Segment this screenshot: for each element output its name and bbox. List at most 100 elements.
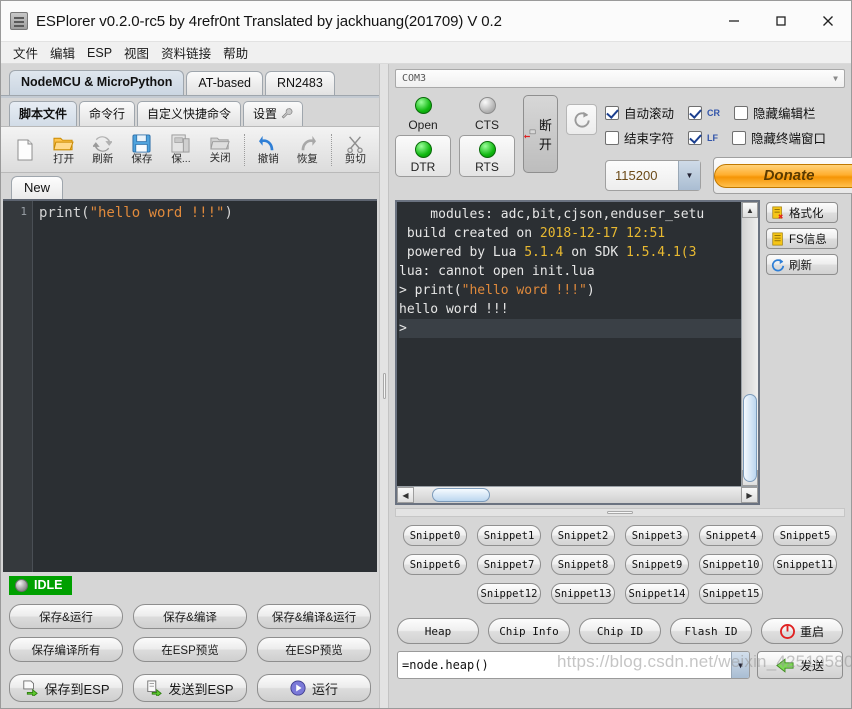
tab-at-based[interactable]: AT-based — [186, 71, 263, 95]
port-combo[interactable]: COM3 ▼ — [395, 69, 845, 88]
command-input[interactable]: =node.heap() ▼ — [397, 651, 750, 679]
tab-nodemcu-micropython[interactable]: NodeMCU & MicroPython — [9, 70, 185, 95]
chip-info-button[interactable]: Chip Info — [488, 618, 570, 644]
heap-button[interactable]: Heap — [397, 618, 479, 644]
cut-button[interactable]: 剪切 — [336, 128, 375, 171]
close-file-button[interactable]: 关闭 — [201, 128, 240, 171]
donate-button[interactable]: Donate — [714, 163, 852, 188]
refresh-ports-button[interactable] — [566, 104, 598, 135]
baud-rate-combo[interactable]: 115200 ▼ — [605, 160, 702, 191]
preview-on-esp-button-1[interactable]: 在ESP预览 — [133, 637, 247, 662]
snippet-button-13[interactable]: Snippet13 — [551, 583, 615, 604]
horizontal-splitter[interactable] — [395, 508, 845, 517]
terminal-line: powered by Lua 5.1.4 on SDK 1.5.4.1(3 — [399, 243, 741, 262]
hide-editor-checkbox[interactable]: 隐藏编辑栏 — [734, 103, 816, 122]
snippet-button-2[interactable]: Snippet2 — [551, 525, 615, 546]
menu-item-view[interactable]: 视图 — [118, 41, 155, 64]
menu-item-links[interactable]: 资料链接 — [155, 41, 217, 64]
hide-terminal-checkbox-box — [732, 130, 747, 145]
snippet-button-3[interactable]: Snippet3 — [625, 525, 689, 546]
terminal-number: 2018-12-17 12:51 — [539, 226, 666, 241]
menu-item-esp[interactable]: ESP — [81, 44, 118, 62]
menu-item-help[interactable]: 帮助 — [217, 41, 254, 64]
open-button[interactable]: 打开 — [44, 128, 83, 171]
code-editor[interactable]: 1 print("hello word !!!") — [3, 199, 377, 572]
terminal-horizontal-scrollbar[interactable]: ◀ ▶ — [397, 486, 758, 503]
restart-button[interactable]: 重启 — [761, 618, 843, 644]
autoscroll-label: 自动滚动 — [624, 107, 675, 121]
subtab-script-files[interactable]: 脚本文件 — [9, 101, 78, 126]
end-char-checkbox[interactable]: 结束字符 — [605, 128, 674, 147]
scroll-up-button[interactable]: ▲ — [742, 202, 758, 218]
maximize-button[interactable] — [757, 1, 804, 42]
save-and-compile-button[interactable]: 保存&编译 — [133, 604, 247, 629]
disconnect-button[interactable]: 断开 — [523, 95, 559, 173]
command-chevron-down-icon[interactable]: ▼ — [731, 652, 749, 678]
subtab-settings[interactable]: 设置 — [243, 101, 304, 126]
save-compile-all-button[interactable]: 保存编译所有 — [9, 637, 123, 662]
new-file-button[interactable] — [5, 128, 44, 171]
tab-rn2483[interactable]: RN2483 — [264, 71, 335, 95]
minimize-button[interactable] — [710, 1, 757, 42]
preview-on-esp-button-2[interactable]: 在ESP预览 — [257, 637, 371, 662]
file-tab-new[interactable]: New — [11, 176, 64, 199]
subtab-custom-commands[interactable]: 自定义快捷命令 — [137, 101, 242, 126]
send-to-esp-button[interactable]: 发送到ESP — [133, 674, 247, 702]
lf-label: LF — [707, 132, 719, 143]
snippet-button-1[interactable]: Snippet1 — [477, 525, 541, 546]
fs-info-label: FS信息 — [789, 233, 827, 246]
chip-id-button[interactable]: Chip ID — [579, 618, 661, 644]
snippet-button-6[interactable]: Snippet6 — [403, 554, 467, 575]
lf-checkbox[interactable]: LF — [688, 130, 719, 145]
terminal-vertical-scrollbar[interactable]: ▲ ▼ — [741, 202, 758, 486]
snippet-button-11[interactable]: Snippet11 — [773, 554, 837, 575]
terminal-string: "hello word !!!" — [461, 283, 587, 298]
snippet-button-9[interactable]: Snippet9 — [625, 554, 689, 575]
scroll-right-button[interactable]: ▶ — [741, 487, 758, 503]
horizontal-scroll-track[interactable] — [414, 487, 741, 503]
flash-id-button[interactable]: Flash ID — [670, 618, 752, 644]
vertical-splitter[interactable] — [379, 64, 389, 708]
hide-terminal-checkbox[interactable]: 隐藏终端窗口 — [732, 128, 826, 147]
run-button[interactable]: 运行 — [257, 674, 371, 702]
close-button[interactable] — [804, 1, 851, 42]
undo-button[interactable]: 撤销 — [249, 128, 288, 171]
snippet-button-15[interactable]: Snippet15 — [699, 583, 763, 604]
dtr-toggle-button[interactable]: DTR — [395, 135, 451, 177]
scroll-left-button[interactable]: ◀ — [397, 487, 414, 503]
subtab-command-line[interactable]: 命令行 — [79, 101, 136, 126]
send-button[interactable]: 发送 — [757, 651, 843, 679]
snippet-button-8[interactable]: Snippet8 — [551, 554, 615, 575]
save-button[interactable]: 保存 — [122, 128, 161, 171]
autoscroll-checkbox[interactable]: 自动滚动 — [605, 103, 674, 122]
snippet-button-5[interactable]: Snippet5 — [773, 525, 837, 546]
save-to-esp-button[interactable]: 保存到ESP — [9, 674, 123, 702]
redo-button[interactable]: 恢复 — [288, 128, 327, 171]
save-and-run-button[interactable]: 保存&运行 — [9, 604, 123, 629]
toolbar-separator-2 — [330, 133, 332, 166]
code-content[interactable]: print("hello word !!!") — [33, 201, 377, 572]
refresh-fs-button[interactable]: 刷新 — [766, 254, 838, 275]
vertical-scroll-track[interactable] — [742, 218, 758, 482]
horizontal-scroll-thumb[interactable] — [432, 488, 490, 502]
run-label: 运行 — [311, 681, 338, 697]
snippet-button-0[interactable]: Snippet0 — [403, 525, 467, 546]
terminal-output[interactable]: modules: adc,bit,cjson,enduser_setu buil… — [397, 202, 741, 486]
format-fs-button[interactable]: 格式化 — [766, 202, 838, 223]
reload-button[interactable]: 刷新 — [83, 128, 122, 171]
rts-toggle-button[interactable]: RTS — [459, 135, 515, 177]
fs-info-button[interactable]: FS信息 — [766, 228, 838, 249]
snippet-button-10[interactable]: Snippet10 — [699, 554, 763, 575]
save-compile-run-button[interactable]: 保存&编译&运行 — [257, 604, 371, 629]
snippet-row-3: Snippet12 Snippet13 Snippet14 Snippet15 — [397, 583, 843, 604]
snippet-button-7[interactable]: Snippet7 — [477, 554, 541, 575]
menu-item-edit[interactable]: 编辑 — [44, 41, 81, 64]
snippet-button-4[interactable]: Snippet4 — [699, 525, 763, 546]
cr-checkbox[interactable]: CR — [688, 105, 720, 120]
snippet-button-12[interactable]: Snippet12 — [477, 583, 541, 604]
menu-item-file[interactable]: 文件 — [7, 41, 44, 64]
snippet-button-14[interactable]: Snippet14 — [625, 583, 689, 604]
save-as-button[interactable]: 保... — [161, 128, 200, 171]
terminal-window[interactable]: modules: adc,bit,cjson,enduser_setu buil… — [395, 200, 760, 505]
vertical-scroll-thumb[interactable] — [743, 394, 757, 482]
